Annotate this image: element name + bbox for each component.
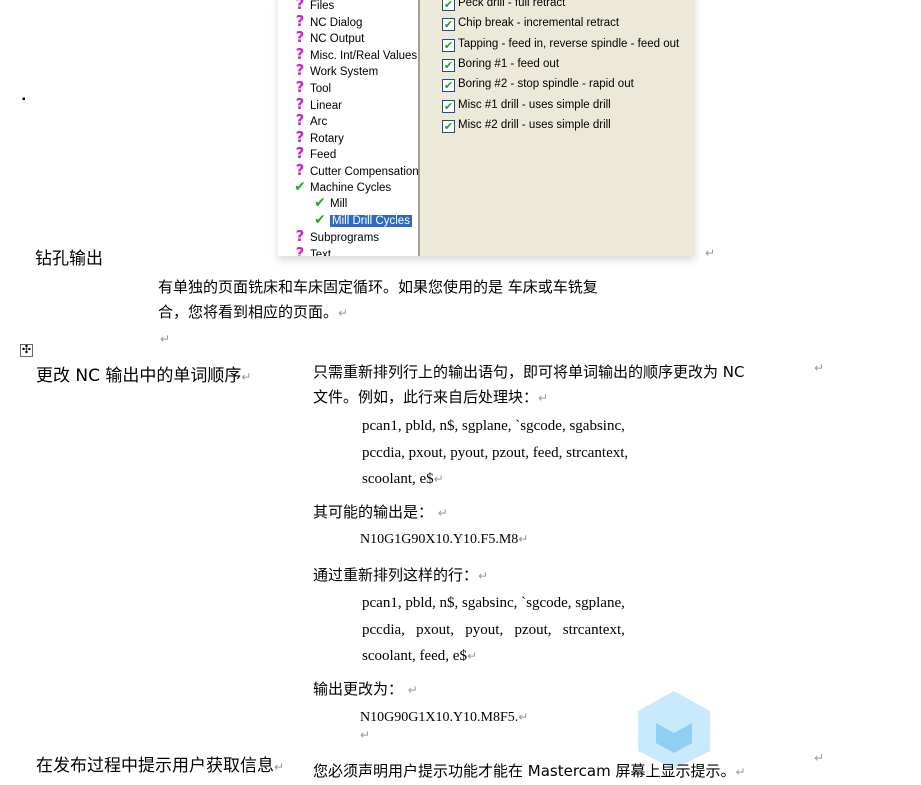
paragraph-mark: ↵ <box>705 246 716 260</box>
tree-item[interactable]: ? Linear <box>290 96 342 112</box>
code-line: pccdia, pxout, pyout, pzout, feed, strca… <box>362 445 629 461</box>
tree-item[interactable]: ? Rotary <box>290 129 344 145</box>
embedded-screenshot: ? Files? NC Dialog? NC Output? Misc. Int/Rea… <box>278 0 695 256</box>
checkbox-label: Chip break - incremental retract <box>458 17 620 30</box>
checkbox-icon[interactable]: ✔ <box>442 99 455 113</box>
checkbox-icon[interactable]: ✔ <box>442 79 455 93</box>
heading-drill-output: 钻孔输出 <box>35 249 103 269</box>
question-mark-icon: ? <box>295 78 305 96</box>
paragraph-text: 有单独的页面铣床和车床固定循环。如果您使用的是 车床或车铣复 <box>158 278 598 296</box>
output-example: N10G1G90X10.Y10.F5.M8↵ <box>360 532 529 547</box>
tree-item[interactable]: ✔ Machine Cycles <box>290 179 391 195</box>
paragraph-text: 其可能的输出是： ↵ <box>313 503 448 521</box>
question-mark-icon: ? <box>295 127 305 146</box>
checkbox-option[interactable]: ✔ Peck drill - full retract <box>442 0 565 12</box>
tree-item-label: Work System <box>310 66 379 79</box>
tree-item[interactable]: ? Misc. Int/Real Values <box>290 44 418 63</box>
bullet: ▪ <box>22 94 26 105</box>
checkbox-label: Tapping - feed in, reverse spindle - fee… <box>458 37 680 50</box>
checkbox-icon[interactable]: ✔ <box>442 0 455 11</box>
tree-view: ? Files? NC Dialog? NC Output? Misc. Int/Rea… <box>278 0 420 256</box>
tree-item[interactable]: ? Arc <box>290 111 328 130</box>
table-move-handle-icon[interactable]: ✣ <box>20 344 33 357</box>
checkbox-option[interactable]: ✔ Boring #2 - stop spindle - rapid out <box>442 77 634 93</box>
checkbox-option[interactable]: ✔ Tapping - feed in, reverse spindle - fe… <box>442 37 679 53</box>
question-mark-icon: ? <box>295 61 305 80</box>
checkbox-label: Misc #1 drill - uses simple drill <box>458 98 611 111</box>
checkbox-icon[interactable]: ✔ <box>442 38 455 52</box>
question-mark-icon: ? <box>295 111 305 130</box>
paragraph-text: 文件。例如，此行来自后处理块：↵ <box>313 388 549 406</box>
tree-item-label: Misc. Int/Real Values <box>310 49 418 62</box>
drill-cycles-panel: ✔ Peck drill - full retract ✔ Chip break - … <box>420 0 695 256</box>
tree-item-label: Subprograms <box>310 232 380 245</box>
paragraph-text: 合，您将看到相应的页面。↵ <box>158 303 349 321</box>
checkbox-label: Boring #2 - stop spindle - rapid out <box>458 78 634 91</box>
question-mark-icon: ? <box>295 11 305 30</box>
heading-word-order: 更改 NC 输出中的单词顺序↵ <box>36 366 252 386</box>
checkbox-icon[interactable]: ✔ <box>442 119 455 133</box>
checkbox-icon[interactable]: ✔ <box>442 18 455 32</box>
tree-item[interactable]: ? Tool <box>290 79 331 95</box>
tree-item[interactable]: ? NC Output <box>290 28 365 47</box>
output-example: N10G90G1X10.Y10.M8F5.↵ <box>360 710 529 725</box>
paragraph-mark: ↵ <box>814 751 825 765</box>
tree-item[interactable]: ? Cutter Compensation <box>290 162 419 178</box>
question-mark-icon: ? <box>295 28 305 47</box>
tree-item-label: NC Dialog <box>310 16 363 29</box>
checkbox-option[interactable]: ✔ Misc #1 drill - uses simple drill <box>442 98 611 114</box>
code-line: pcan1, pbld, n$, sgabsinc, `sgcode, sgpl… <box>362 595 625 611</box>
checkbox-icon[interactable]: ✔ <box>442 58 455 72</box>
paragraph-text: 只需重新排列行上的输出语句，即可将单词输出的顺序更改为 NC <box>313 363 745 381</box>
tree-item[interactable]: ? Work System <box>290 61 379 80</box>
tree-item-label: Linear <box>310 99 342 112</box>
code-line: scoolant, e$↵ <box>362 471 444 487</box>
code-line: pccdia, pxout, pyout, pzout, strcantext, <box>362 622 625 638</box>
question-mark-icon: ? <box>295 0 305 13</box>
paragraph-text: 通过重新排列这样的行：↵ <box>313 566 489 584</box>
checkbox-label: Boring #1 - feed out <box>458 57 560 70</box>
tree-item[interactable]: ? Text <box>290 245 331 256</box>
checkmark-icon: ✔ <box>314 195 326 212</box>
code-line: pcan1, pbld, n$, sgplane, `sgcode, sgabs… <box>362 418 625 434</box>
tree-item-label: Machine Cycles <box>310 181 392 194</box>
checkbox-option[interactable]: ✔ Chip break - incremental retract <box>442 16 619 32</box>
question-mark-icon: ? <box>295 161 305 179</box>
checkbox-option[interactable]: ✔ Misc #2 drill - uses simple drill <box>442 118 611 134</box>
paragraph-text: 输出更改为： ↵ <box>313 680 418 698</box>
question-mark-icon: ? <box>295 244 305 256</box>
checkbox-label: Misc #2 drill - uses simple drill <box>458 118 611 131</box>
checkbox-label: Peck drill - full retract <box>458 0 566 9</box>
tree-item-label: Feed <box>310 149 337 162</box>
tree-item-label: Rotary <box>310 132 344 145</box>
tree-item[interactable]: ? NC Dialog <box>290 11 363 30</box>
paragraph-mark: ↵ <box>160 332 171 346</box>
tree-item-label: Tool <box>310 83 332 95</box>
tree-item-label: Arc <box>310 116 328 129</box>
paragraph-mark: ↵ <box>814 361 825 375</box>
checkbox-option[interactable]: ✔ Boring #1 - feed out <box>442 57 559 73</box>
watermark-logo-icon <box>638 691 710 769</box>
question-mark-icon: ? <box>295 227 305 246</box>
question-mark-icon: ? <box>295 44 305 63</box>
tree-item-label: NC Output <box>310 33 365 46</box>
question-mark-icon: ? <box>295 144 305 163</box>
tree-item-label: Mill <box>330 198 348 211</box>
question-mark-icon: ? <box>295 94 305 113</box>
paragraph-text: 您必须声明用户提示功能才能在 Mastercam 屏幕上显示提示。↵ <box>313 762 746 780</box>
tree-item[interactable]: ✔ Mill <box>310 195 347 211</box>
tree-item-label: Files <box>310 0 335 12</box>
checkmark-icon: ✔ <box>314 211 326 228</box>
tree-item-label: Text <box>310 249 332 256</box>
heading-user-prompt: 在发布过程中提示用户获取信息↵ <box>36 756 285 776</box>
tree-item[interactable]: ? Subprograms <box>290 228 379 244</box>
paragraph-mark: ↵ <box>360 728 371 742</box>
tree-item-label: Mill Drill Cycles <box>330 214 412 227</box>
tree-item[interactable]: ? Feed <box>290 144 337 163</box>
checkmark-icon: ✔ <box>294 178 306 195</box>
tree-item[interactable]: ✔ Mill Drill Cycles <box>310 212 412 228</box>
code-line: scoolant, feed, e$↵ <box>362 648 478 664</box>
tree-item[interactable]: ? Files <box>290 0 335 13</box>
tree-item-label: Cutter Compensation <box>310 166 419 178</box>
